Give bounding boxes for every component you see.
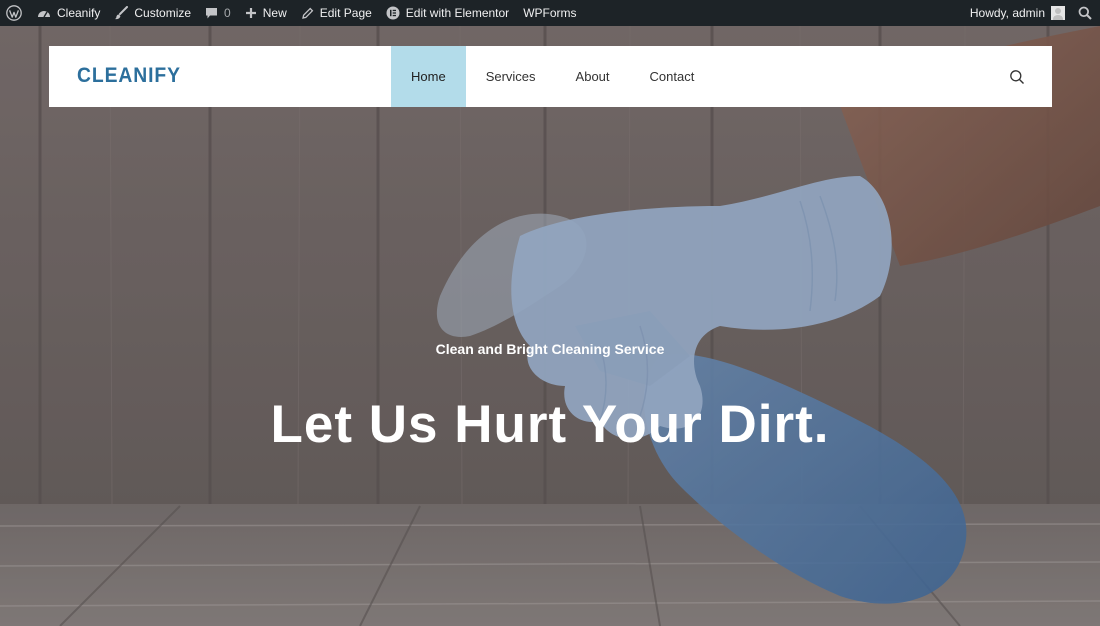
hero-background-image — [0, 26, 1100, 626]
wpforms-button[interactable]: WPForms — [516, 0, 583, 26]
edit-page-label: Edit Page — [319, 6, 372, 20]
wp-admin-bar: Cleanify Customize 0 New Edit Page Edit … — [0, 0, 1100, 26]
new-content-button[interactable]: New — [238, 0, 294, 26]
nav-item-contact[interactable]: Contact — [630, 46, 715, 107]
howdy-label: Howdy, admin — [969, 6, 1045, 20]
wordpress-logo-button[interactable] — [0, 0, 30, 26]
dashboard-icon — [37, 7, 51, 19]
avatar — [1051, 6, 1065, 20]
nav-item-services[interactable]: Services — [466, 46, 556, 107]
comments-count: 0 — [224, 6, 231, 20]
site-header: CLEANIFY Home Services About Contact — [49, 46, 1052, 107]
header-search-button[interactable] — [1009, 69, 1025, 85]
elementor-icon — [386, 6, 400, 20]
wpforms-label: WPForms — [523, 6, 577, 20]
nav-item-home[interactable]: Home — [391, 46, 466, 107]
plus-icon — [245, 7, 257, 19]
nav-item-about[interactable]: About — [556, 46, 630, 107]
site-name-button[interactable]: Cleanify — [30, 0, 107, 26]
comment-icon — [205, 7, 218, 20]
search-icon — [1010, 70, 1024, 84]
wordpress-icon — [6, 5, 22, 21]
brush-icon — [114, 6, 129, 20]
site-name-label: Cleanify — [57, 6, 101, 20]
hero-title: Let Us Hurt Your Dirt. — [270, 395, 830, 454]
search-icon — [1078, 6, 1092, 20]
edit-page-button[interactable]: Edit Page — [294, 0, 379, 26]
my-account-button[interactable]: Howdy, admin — [963, 0, 1072, 26]
customize-label: Customize — [134, 6, 192, 20]
main-nav: Home Services About Contact — [391, 46, 714, 107]
hero-subtitle: Clean and Bright Cleaning Service — [435, 341, 665, 357]
site-logo[interactable]: CLEANIFY — [77, 64, 181, 88]
edit-elementor-button[interactable]: Edit with Elementor — [379, 0, 516, 26]
hero-section: Clean and Bright Cleaning Service Let Us… — [0, 26, 1100, 626]
admin-search-button[interactable] — [1072, 0, 1100, 26]
new-label: New — [262, 6, 287, 20]
comments-button[interactable]: 0 — [198, 0, 238, 26]
pencil-icon — [301, 7, 314, 20]
edit-elementor-label: Edit with Elementor — [405, 6, 510, 20]
customize-button[interactable]: Customize — [107, 0, 198, 26]
